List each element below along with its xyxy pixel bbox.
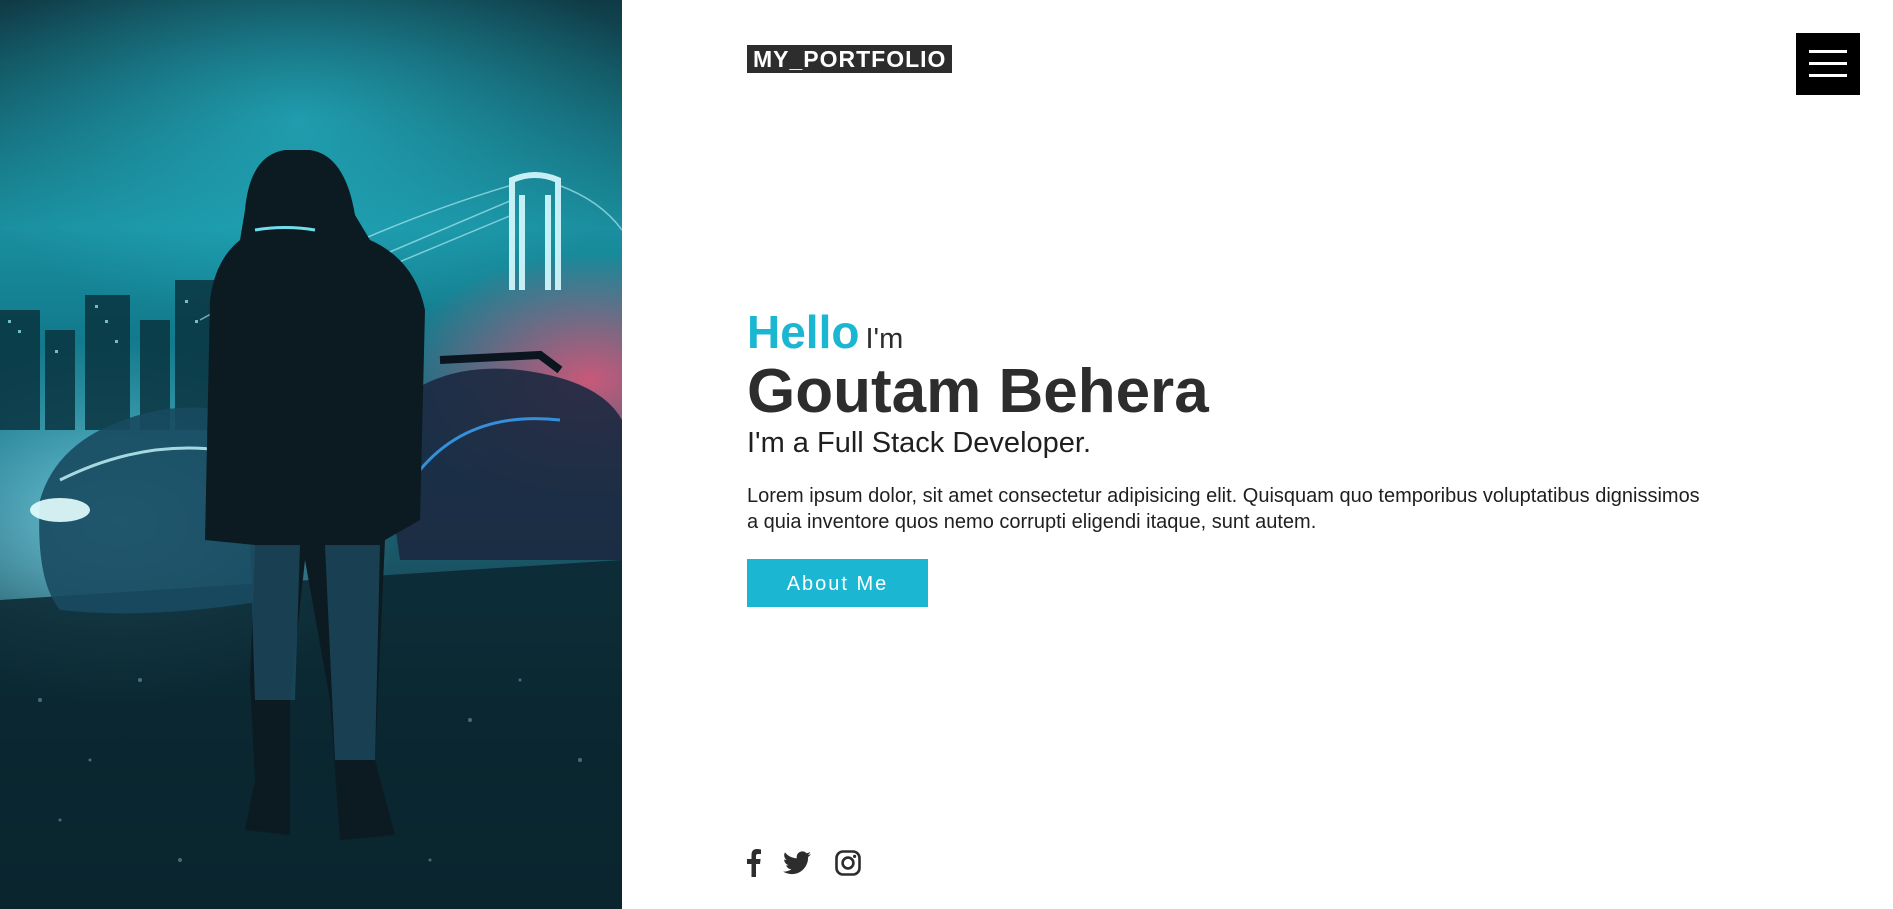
greeting-line: Hello I'm: [747, 305, 1747, 358]
site-logo[interactable]: MY_PORTFOLIO: [747, 45, 953, 73]
intro-section: Hello I'm Goutam Behera I'm a Full Stack …: [747, 305, 1747, 607]
hero-image: [0, 0, 622, 909]
role-text: I'm a Full Stack Developer.: [747, 427, 1092, 459]
person-name: Goutam Behera: [747, 357, 1209, 426]
twitter-icon[interactable]: [783, 851, 811, 875]
about-me-button[interactable]: About Me: [747, 559, 928, 607]
city-skyline: [0, 280, 215, 430]
hamburger-menu-icon-line: [1809, 62, 1847, 65]
facebook-icon[interactable]: [747, 849, 761, 877]
instagram-icon[interactable]: [835, 850, 861, 876]
menu-button[interactable]: [1796, 33, 1860, 95]
bridge: [509, 172, 561, 290]
social-links: [747, 848, 861, 878]
hello-text: Hello: [747, 306, 860, 358]
intro-description: Lorem ipsum dolor, sit amet consectetur …: [747, 485, 1700, 533]
page: MY_PORTFOLIO Hello I'm Goutam Behera I'm …: [0, 0, 1893, 909]
hamburger-menu-icon: [1809, 50, 1847, 53]
im-text: I'm: [865, 323, 904, 355]
hamburger-menu-icon-line: [1809, 74, 1847, 77]
hero-illustration: [0, 150, 622, 909]
